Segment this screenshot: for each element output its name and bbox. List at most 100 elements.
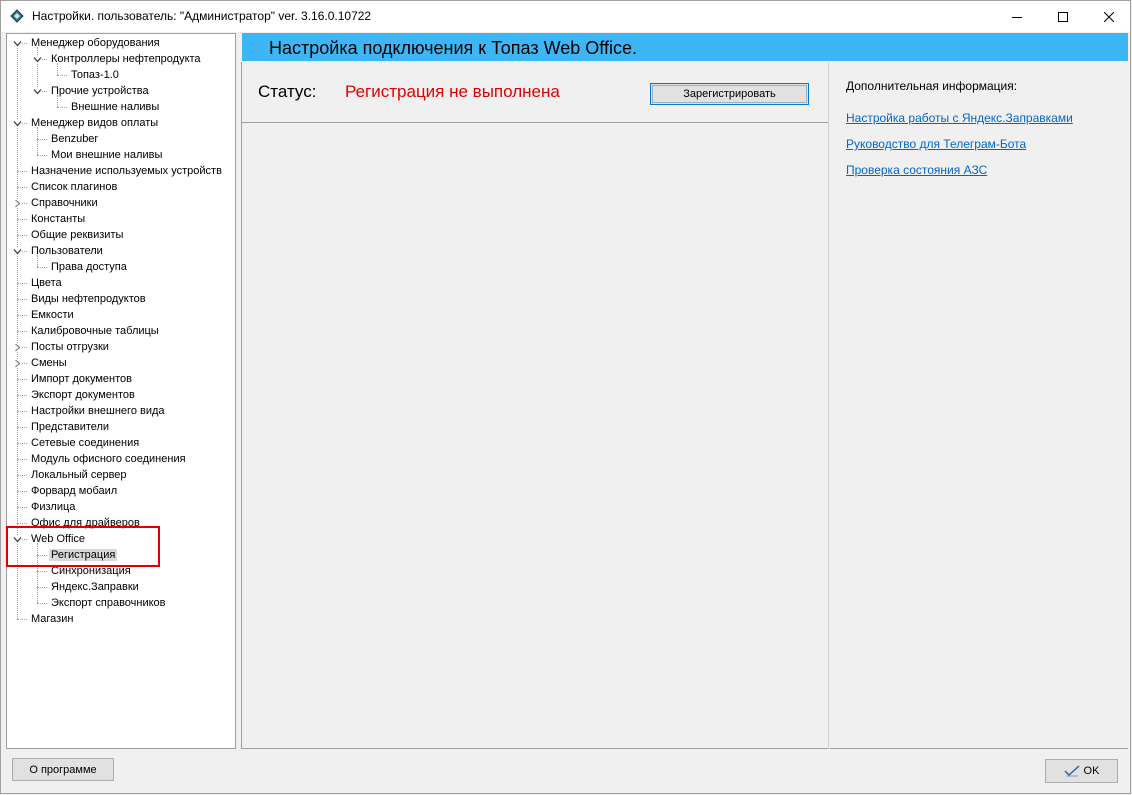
close-button[interactable] xyxy=(1086,1,1132,32)
tree-item-label: Справочники xyxy=(31,197,98,209)
tree-item[interactable]: Менеджер видов оплаты xyxy=(29,115,160,131)
tree-item[interactable]: Физлица xyxy=(29,499,77,515)
chevron-right-icon[interactable] xyxy=(13,199,22,208)
chevron-down-icon[interactable] xyxy=(13,119,22,128)
tree-item[interactable]: Контроллеры нефтепродукта xyxy=(49,51,203,67)
tree-item-label: Пользователи xyxy=(31,245,103,257)
maximize-button[interactable] xyxy=(1040,1,1086,32)
tree-item[interactable]: Справочники xyxy=(29,195,100,211)
tree-item-label: Список плагинов xyxy=(31,181,118,193)
about-button[interactable]: О программе xyxy=(12,758,114,781)
chevron-down-icon[interactable] xyxy=(13,39,22,48)
tree-item[interactable]: Смены xyxy=(29,355,69,371)
tree-item-label: Прочие устройства xyxy=(51,85,149,97)
tree-connector-line xyxy=(17,379,27,380)
tree-item-label: Емкости xyxy=(31,309,74,321)
register-button[interactable]: Зарегистрировать xyxy=(650,83,809,105)
tree-item[interactable]: Топаз-1.0 xyxy=(69,67,121,83)
tree-item[interactable]: Форвард мобаил xyxy=(29,483,119,499)
status-value: Регистрация не выполнена xyxy=(345,82,560,101)
tree-connector-line xyxy=(37,155,47,156)
tree-item[interactable]: Калибровочные таблицы xyxy=(29,323,161,339)
tree-item-label: Экспорт справочников xyxy=(51,597,166,609)
minimize-button[interactable] xyxy=(994,1,1040,32)
tree-item[interactable]: Пользователи xyxy=(29,243,105,259)
tree-item[interactable]: Яндекс.Заправки xyxy=(49,579,141,595)
tree-item[interactable]: Мои внешние наливы xyxy=(49,147,164,163)
tree-connector-line xyxy=(17,443,27,444)
tree-item[interactable]: Назначение используемых устройств xyxy=(29,163,224,179)
tree-connector-line xyxy=(17,459,27,460)
tree-item[interactable]: Представители xyxy=(29,419,111,435)
title-bar[interactable]: Настройки. пользователь: "Администратор"… xyxy=(1,1,1130,32)
tree-item[interactable]: Сетевые соединения xyxy=(29,435,141,451)
status-label: Статус: xyxy=(258,82,317,101)
tree-connector-line xyxy=(17,475,27,476)
tree-item[interactable]: Цвета xyxy=(29,275,64,291)
tree-item[interactable]: Список плагинов xyxy=(29,179,119,195)
tree-connector-line xyxy=(17,171,27,172)
chevron-down-icon[interactable] xyxy=(33,55,42,64)
tree-connector-line xyxy=(17,315,27,316)
tree-item[interactable]: Локальный сервер xyxy=(29,467,129,483)
maximize-icon xyxy=(1058,11,1068,22)
tree-item-label: Виды нефтепродуктов xyxy=(31,293,146,305)
chevron-down-icon[interactable] xyxy=(13,247,22,256)
settings-window: Настройки. пользователь: "Администратор"… xyxy=(0,0,1131,794)
tree-connector-line xyxy=(17,619,27,620)
page-header: Настройка подключения к Топаз Web Office… xyxy=(242,33,1128,61)
link-telegram-guide[interactable]: Руководство для Телеграм-Бота xyxy=(846,137,1026,151)
tree-item-label: Константы xyxy=(31,213,86,225)
main-panel: Статус: Регистрация не выполнена Зарегис… xyxy=(241,62,829,749)
tree-item[interactable]: Виды нефтепродуктов xyxy=(29,291,148,307)
tree-item-label: Назначение используемых устройств xyxy=(31,165,222,177)
tree-item-label: Менеджер оборудования xyxy=(31,37,160,49)
tree-item[interactable]: Емкости xyxy=(29,307,76,323)
tree-item[interactable]: Общие реквизиты xyxy=(29,227,125,243)
tree-item[interactable]: Менеджер оборудования xyxy=(29,35,162,51)
chevron-down-icon[interactable] xyxy=(33,87,42,96)
page-title: Настройка подключения к Топаз Web Office… xyxy=(269,38,637,58)
link-station-status[interactable]: Проверка состояния АЗС xyxy=(846,163,987,177)
tree-item-label: Калибровочные таблицы xyxy=(31,325,159,337)
tree-connector-line xyxy=(17,411,27,412)
chevron-right-icon[interactable] xyxy=(13,343,22,352)
highlight-frame xyxy=(6,526,160,567)
tree-item-label: Магазин xyxy=(31,613,74,625)
info-panel: Дополнительная информация: Настройка раб… xyxy=(830,62,1128,749)
tree-item-label: Представители xyxy=(31,421,110,433)
tree-item[interactable]: Модуль офисного соединения xyxy=(29,451,188,467)
tree-item-label: Импорт документов xyxy=(31,373,132,385)
tree-item-label: Топаз-1.0 xyxy=(71,69,119,81)
tree-item[interactable]: Внешние наливы xyxy=(69,99,161,115)
tree-item[interactable]: Права доступа xyxy=(49,259,129,275)
tree-item-label: Настройки внешнего вида xyxy=(31,405,165,417)
tree-item-label: Экспорт документов xyxy=(31,389,135,401)
tree-item[interactable]: Прочие устройства xyxy=(49,83,151,99)
tree-connector-line xyxy=(17,507,27,508)
link-yandex-settings[interactable]: Настройка работы с Яндекс.Заправками xyxy=(846,111,1073,125)
tree-item[interactable]: Посты отгрузки xyxy=(29,339,111,355)
tree-item[interactable]: Импорт документов xyxy=(29,371,134,387)
tree-connector-line xyxy=(17,187,27,188)
tree-connector-line xyxy=(17,299,27,300)
ok-button[interactable]: OK xyxy=(1045,759,1118,783)
tree-item-label: Права доступа xyxy=(51,261,127,273)
tree-item[interactable]: Константы xyxy=(29,211,87,227)
tree-connector-line xyxy=(37,571,47,572)
tree-item-label: Форвард мобаил xyxy=(31,485,118,497)
close-icon xyxy=(1104,11,1114,22)
tree-connector-line xyxy=(37,47,38,91)
tree-item[interactable]: Экспорт справочников xyxy=(49,595,168,611)
tree-connector-line xyxy=(37,603,47,604)
tree-item-label: Менеджер видов оплаты xyxy=(31,117,159,129)
tree-item[interactable]: Настройки внешнего вида xyxy=(29,403,167,419)
tree-item[interactable]: Benzuber xyxy=(49,131,100,147)
settings-tree[interactable]: Менеджер оборудования Контроллеры нефтепр… xyxy=(6,33,236,749)
tree-item[interactable]: Магазин xyxy=(29,611,75,627)
chevron-right-icon[interactable] xyxy=(13,359,22,368)
tree-connector-line xyxy=(37,127,38,155)
tree-item[interactable]: Экспорт документов xyxy=(29,387,137,403)
tree-connector-line xyxy=(17,427,27,428)
tree-item-label: Смены xyxy=(31,357,67,369)
